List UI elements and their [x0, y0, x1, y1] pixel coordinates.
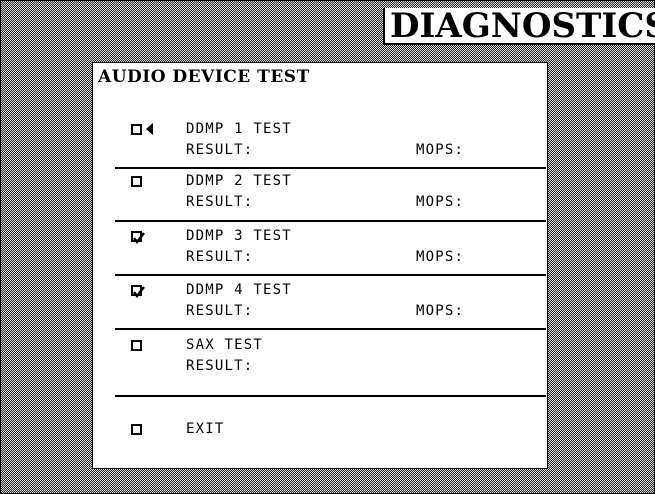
test-item-sax[interactable]: SAX TEST RESULT: — [93, 336, 549, 384]
exit-label: EXIT — [186, 421, 225, 437]
separator — [115, 395, 546, 397]
test-item-ddmp4[interactable]: DDMP 4 TEST RESULT: MOPS: — [93, 281, 549, 329]
result-label: RESULT: — [186, 358, 254, 374]
mops-label: MOPS: — [416, 303, 465, 319]
result-label: RESULT: — [186, 249, 254, 265]
exit-item[interactable]: EXIT — [93, 420, 549, 446]
test-label: DDMP 1 TEST — [186, 121, 292, 137]
test-label: DDMP 3 TEST — [186, 228, 292, 244]
page-title: DIAGNOSTICS — [390, 8, 655, 45]
checkbox-icon[interactable] — [131, 424, 142, 435]
checkbox-icon[interactable] — [131, 124, 142, 135]
panel-title: AUDIO DEVICE TEST — [98, 67, 310, 87]
test-item-ddmp2[interactable]: DDMP 2 TEST RESULT: MOPS: — [93, 172, 549, 220]
separator — [115, 167, 546, 169]
separator — [115, 274, 546, 276]
checkbox-icon[interactable] — [131, 285, 145, 298]
title-banner: DIAGNOSTICS — [383, 8, 655, 45]
test-label: SAX TEST — [186, 337, 264, 353]
mops-label: MOPS: — [416, 142, 465, 158]
audio-device-test-panel: AUDIO DEVICE TEST DDMP 1 TEST RESULT: MO… — [92, 62, 548, 469]
checkbox-icon[interactable] — [131, 340, 142, 351]
result-label: RESULT: — [186, 142, 254, 158]
test-label: DDMP 4 TEST — [186, 282, 292, 298]
selection-cursor-icon — [146, 123, 153, 135]
test-item-ddmp1[interactable]: DDMP 1 TEST RESULT: MOPS: — [93, 120, 549, 168]
checkmark-icon — [133, 232, 145, 244]
result-label: RESULT: — [186, 194, 254, 210]
checkbox-icon[interactable] — [131, 176, 142, 187]
result-label: RESULT: — [186, 303, 254, 319]
mops-label: MOPS: — [416, 194, 465, 210]
checkbox-icon[interactable] — [131, 231, 145, 244]
test-item-ddmp3[interactable]: DDMP 3 TEST RESULT: MOPS: — [93, 227, 549, 275]
mops-label: MOPS: — [416, 249, 465, 265]
separator — [115, 220, 546, 222]
separator — [115, 328, 546, 330]
checkmark-icon — [133, 286, 145, 298]
test-label: DDMP 2 TEST — [186, 173, 292, 189]
